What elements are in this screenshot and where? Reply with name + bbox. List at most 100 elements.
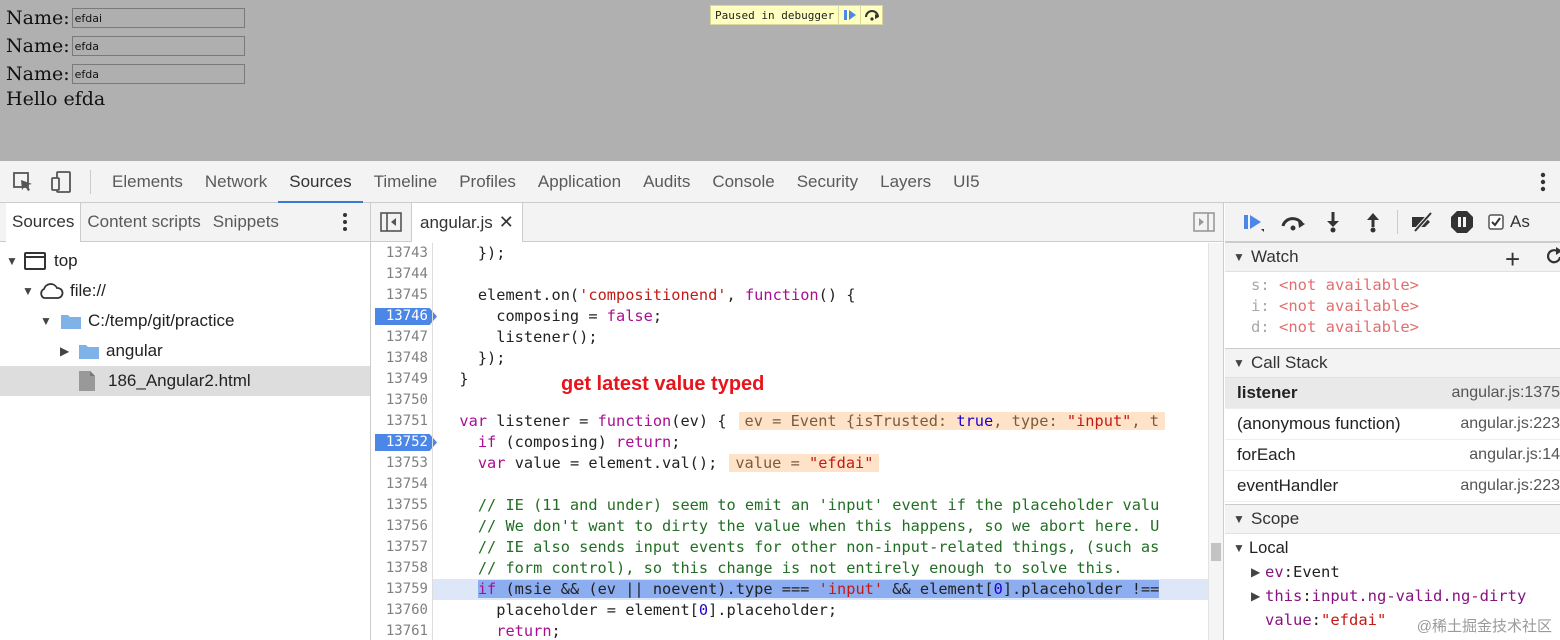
tab-console[interactable]: Console bbox=[701, 161, 785, 203]
line-number[interactable]: 13757 bbox=[371, 537, 433, 558]
code-line: 13749 } bbox=[371, 369, 1209, 390]
toggle-navigator-button[interactable] bbox=[380, 212, 402, 236]
code-line: 13750 bbox=[371, 390, 1209, 411]
callstack-frame[interactable]: (anonymous function) angular.js:223 bbox=[1225, 409, 1560, 440]
step-into-button[interactable] bbox=[1313, 203, 1353, 242]
frame-location[interactable]: angular.js:14 bbox=[1469, 446, 1560, 464]
callstack-frame[interactable]: eventHandler angular.js:223 bbox=[1225, 471, 1560, 502]
line-number[interactable]: 13755 bbox=[371, 495, 433, 516]
name-input[interactable] bbox=[71, 64, 245, 84]
editor-scrollbar[interactable] bbox=[1208, 243, 1223, 640]
add-watch-icon[interactable]: + bbox=[1505, 244, 1520, 275]
tab-audits[interactable]: Audits bbox=[632, 161, 701, 203]
line-number[interactable]: 13756 bbox=[371, 516, 433, 537]
line-number[interactable]: 13760 bbox=[371, 600, 433, 621]
local-title: Local bbox=[1249, 538, 1289, 557]
line-number[interactable]: 13746 bbox=[371, 306, 433, 327]
tree-item-file[interactable]: ▼ file:// bbox=[0, 276, 370, 306]
tab-security[interactable]: Security bbox=[786, 161, 869, 203]
step-over-button[interactable] bbox=[860, 6, 882, 24]
line-number[interactable]: 13747 bbox=[371, 327, 433, 348]
tree-item-angular-folder[interactable]: ▶ angular bbox=[0, 336, 370, 366]
line-number[interactable]: 13759 bbox=[371, 579, 433, 600]
inspect-icon bbox=[13, 171, 32, 191]
device-toolbar-button[interactable] bbox=[42, 161, 80, 203]
customize-menu-button[interactable] bbox=[1540, 161, 1546, 203]
line-number[interactable]: 13758 bbox=[371, 558, 433, 579]
line-number[interactable]: 13749 bbox=[371, 369, 433, 390]
scope-property[interactable]: value: "efdai" bbox=[1265, 608, 1386, 632]
callstack-frame[interactable]: listener angular.js:1375 bbox=[1225, 378, 1560, 409]
scrollbar-thumb[interactable] bbox=[1211, 543, 1221, 561]
inspect-element-button[interactable] bbox=[4, 161, 42, 203]
tree-item-html-file[interactable]: 186_Angular2.html bbox=[0, 366, 370, 396]
frame-location[interactable]: angular.js:223 bbox=[1460, 477, 1560, 495]
file-tab-angular[interactable]: angular.js ✕ bbox=[411, 203, 523, 242]
tab-ui5[interactable]: UI5 bbox=[942, 161, 990, 203]
line-number[interactable]: 13745 bbox=[371, 285, 433, 306]
line-number[interactable]: 13744 bbox=[371, 264, 433, 285]
toggle-debugger-button[interactable] bbox=[1193, 212, 1215, 236]
tab-content-scripts[interactable]: Content scripts bbox=[81, 203, 206, 242]
expanded-triangle-icon: ▼ bbox=[1233, 356, 1245, 370]
scope-local-header[interactable]: ▼ Local bbox=[1233, 536, 1288, 560]
callstack-section-header[interactable]: ▼ Call Stack bbox=[1225, 348, 1560, 378]
scope-property[interactable]: ▶ this: input.ng-valid.ng-dirty bbox=[1251, 584, 1526, 608]
watch-section-header[interactable]: ▼ Watch + bbox=[1225, 242, 1560, 275]
devtools-toolbar: Elements Network Sources Timeline Profil… bbox=[0, 161, 1560, 203]
tab-profiles[interactable]: Profiles bbox=[448, 161, 527, 203]
line-number[interactable]: 13748 bbox=[371, 348, 433, 369]
frame-function: listener bbox=[1237, 383, 1298, 402]
code-line: 13745 element.on('compositionend', funct… bbox=[371, 285, 1209, 306]
navigator-menu-button[interactable] bbox=[342, 211, 348, 237]
tab-network[interactable]: Network bbox=[194, 161, 278, 203]
frame-location[interactable]: angular.js:223 bbox=[1460, 415, 1560, 433]
paused-banner: Paused in debugger bbox=[710, 5, 884, 25]
async-checkbox[interactable] bbox=[1482, 203, 1510, 242]
line-number[interactable]: 13761 bbox=[371, 621, 433, 640]
refresh-watch-icon[interactable] bbox=[1546, 247, 1560, 270]
tree-item-label: file:// bbox=[70, 281, 106, 300]
line-number[interactable]: 13750 bbox=[371, 390, 433, 411]
scope-property[interactable]: ▶ ev: Event bbox=[1251, 560, 1340, 584]
tab-snippets[interactable]: Snippets bbox=[207, 203, 285, 242]
paused-label: Paused in debugger bbox=[715, 8, 835, 22]
name-label: Name: bbox=[6, 35, 70, 57]
code-text: }); bbox=[441, 349, 506, 367]
watch-expression[interactable]: i: <not available> bbox=[1251, 297, 1419, 315]
name-input[interactable] bbox=[71, 8, 245, 28]
code-line: 13758 // form control), so this change i… bbox=[371, 558, 1209, 579]
sidebar-toggle-icon bbox=[380, 212, 402, 232]
code-area[interactable]: 13743 }); 13744 13745 element.on('compos… bbox=[371, 243, 1209, 640]
tab-layers[interactable]: Layers bbox=[869, 161, 942, 203]
step-over-button[interactable] bbox=[1273, 203, 1313, 242]
frame-location[interactable]: angular.js:1375 bbox=[1451, 384, 1560, 402]
watch-value: <not available> bbox=[1279, 297, 1419, 315]
resume-button[interactable] bbox=[838, 6, 860, 24]
annotation-text: get latest value typed bbox=[561, 373, 765, 395]
watch-expression[interactable]: d: <not available> bbox=[1251, 318, 1419, 336]
watch-expression[interactable]: s: <not available> bbox=[1251, 276, 1419, 294]
step-out-button[interactable] bbox=[1353, 203, 1393, 242]
line-number[interactable]: 13743 bbox=[371, 243, 433, 264]
tab-sources[interactable]: Sources bbox=[278, 161, 363, 203]
line-number[interactable]: 13753 bbox=[371, 453, 433, 474]
deactivate-breakpoints-button[interactable] bbox=[1402, 203, 1442, 242]
tab-sources-navigator[interactable]: Sources bbox=[6, 202, 82, 242]
tab-elements[interactable]: Elements bbox=[101, 161, 194, 203]
callstack-frame[interactable]: forEach angular.js:14 bbox=[1225, 440, 1560, 471]
name-input[interactable] bbox=[71, 36, 245, 56]
source-editor: angular.js ✕ 13743 }); 13744 13745 eleme… bbox=[371, 203, 1224, 640]
line-number[interactable]: 13752 bbox=[371, 432, 433, 453]
pause-on-exceptions-button[interactable] bbox=[1442, 203, 1482, 242]
resume-button[interactable] bbox=[1233, 203, 1273, 242]
close-icon[interactable]: ✕ bbox=[499, 212, 514, 233]
scope-section-header[interactable]: ▼ Scope bbox=[1225, 504, 1560, 534]
tree-item-practice-folder[interactable]: ▼ C:/temp/git/practice bbox=[0, 306, 370, 336]
line-number[interactable]: 13751 bbox=[371, 411, 433, 432]
line-number[interactable]: 13754 bbox=[371, 474, 433, 495]
navigator-tabs: Sources Content scripts Snippets bbox=[0, 202, 370, 242]
tree-item-top[interactable]: ▼ top bbox=[0, 246, 370, 276]
tab-timeline[interactable]: Timeline bbox=[363, 161, 449, 203]
tab-application[interactable]: Application bbox=[527, 161, 632, 203]
